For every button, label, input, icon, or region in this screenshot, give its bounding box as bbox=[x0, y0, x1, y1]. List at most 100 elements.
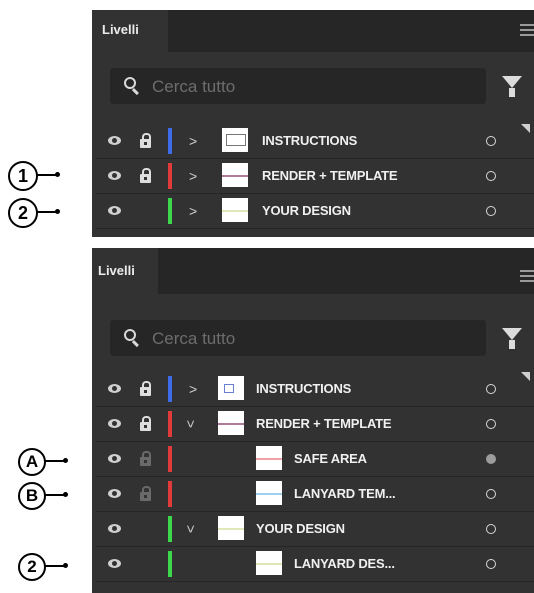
lock-toggle[interactable] bbox=[134, 512, 158, 546]
layer-row-your-design[interactable]: > YOUR DESIGN bbox=[96, 194, 534, 229]
thumbnail-line bbox=[256, 458, 282, 460]
expand-toggle[interactable]: > bbox=[183, 512, 204, 546]
thumbnail-line bbox=[256, 563, 282, 565]
layer-color-swatch bbox=[168, 163, 172, 189]
eye-icon bbox=[108, 171, 121, 180]
layer-color-swatch bbox=[168, 376, 172, 402]
callout-leader bbox=[37, 174, 57, 176]
layer-thumbnail bbox=[222, 198, 248, 222]
layer-thumbnail bbox=[256, 481, 282, 505]
lock-toggle[interactable] bbox=[134, 124, 158, 158]
callout-badge: 2 bbox=[18, 553, 46, 581]
callout-leader bbox=[45, 565, 65, 567]
eye-icon bbox=[108, 419, 121, 428]
search-field[interactable]: Cerca tutto bbox=[110, 68, 486, 104]
panel-menu-icon[interactable] bbox=[520, 270, 534, 285]
search-placeholder: Cerca tutto bbox=[152, 329, 236, 348]
callout-leader bbox=[45, 460, 65, 462]
layer-thumbnail bbox=[256, 446, 282, 470]
target-circle-icon[interactable] bbox=[486, 559, 496, 569]
layer-row-render-template[interactable]: > RENDER + TEMPLATE bbox=[96, 159, 534, 194]
lock-toggle[interactable] bbox=[134, 194, 158, 228]
layer-thumbnail bbox=[222, 163, 248, 187]
lock-toggle[interactable] bbox=[134, 547, 158, 581]
expand-toggle[interactable]: > bbox=[186, 124, 204, 158]
panel-tab-bar: Livelli bbox=[92, 10, 534, 52]
target-circle-icon[interactable] bbox=[486, 419, 496, 429]
layers-panel-bottom: Livelli Cerca tutto > INSTRUCTIONS > REN… bbox=[92, 248, 534, 593]
target-circle-icon[interactable] bbox=[486, 454, 496, 464]
thumbnail-line bbox=[256, 493, 282, 495]
expand-toggle[interactable]: > bbox=[186, 194, 204, 228]
thumbnail-graphic bbox=[224, 384, 234, 393]
layer-row-safe-area[interactable]: SAFE AREA bbox=[96, 442, 534, 477]
layer-name: INSTRUCTIONS bbox=[262, 133, 358, 148]
lock-icon bbox=[140, 486, 151, 501]
expand-toggle[interactable]: > bbox=[186, 372, 204, 406]
target-circle-icon[interactable] bbox=[486, 489, 496, 499]
eye-icon bbox=[108, 559, 121, 568]
expand-toggle[interactable]: > bbox=[183, 407, 204, 441]
tab-livelli[interactable]: Livelli bbox=[92, 10, 168, 52]
target-circle-icon[interactable] bbox=[486, 136, 496, 146]
lock-toggle[interactable] bbox=[134, 407, 158, 441]
search-field[interactable]: Cerca tutto bbox=[110, 320, 486, 356]
lock-icon bbox=[140, 381, 151, 396]
layer-row-lanyard-template[interactable]: LANYARD TEM... bbox=[96, 477, 534, 512]
lock-icon bbox=[140, 133, 151, 148]
target-circle-icon[interactable] bbox=[486, 524, 496, 534]
layer-thumbnail bbox=[218, 516, 244, 540]
target-circle-icon[interactable] bbox=[486, 384, 496, 394]
layer-row-your-design[interactable]: > YOUR DESIGN bbox=[96, 512, 534, 547]
layer-thumbnail bbox=[222, 128, 248, 152]
layer-thumbnail bbox=[218, 411, 244, 435]
chevron-down-icon: > bbox=[183, 419, 200, 429]
layer-name: LANYARD TEM... bbox=[294, 486, 396, 501]
lock-toggle[interactable] bbox=[134, 159, 158, 193]
eye-icon bbox=[108, 489, 121, 498]
callout-dot bbox=[63, 563, 68, 568]
layer-row-instructions[interactable]: > INSTRUCTIONS bbox=[96, 124, 534, 159]
visibility-toggle[interactable] bbox=[102, 512, 128, 546]
thumbnail-line bbox=[222, 210, 248, 212]
target-circle-icon[interactable] bbox=[486, 171, 496, 181]
thumbnail-line bbox=[218, 423, 244, 425]
layers-panel-top: Livelli Cerca tutto > INSTRUCTIONS > REN… bbox=[92, 10, 534, 237]
chevron-right-icon: > bbox=[189, 133, 198, 149]
lock-toggle[interactable] bbox=[134, 442, 158, 476]
layer-row-lanyard-design[interactable]: LANYARD DES... bbox=[96, 547, 534, 582]
lock-toggle[interactable] bbox=[134, 372, 158, 406]
callout-dot bbox=[63, 458, 68, 463]
callout-leader bbox=[37, 211, 57, 213]
visibility-toggle[interactable] bbox=[102, 547, 128, 581]
visibility-toggle[interactable] bbox=[102, 124, 128, 158]
thumbnail-line bbox=[218, 528, 244, 530]
layer-color-swatch bbox=[168, 198, 172, 224]
layer-row-render-template[interactable]: > RENDER + TEMPLATE bbox=[96, 407, 534, 442]
layer-name: RENDER + TEMPLATE bbox=[256, 416, 392, 431]
callout-dot bbox=[55, 209, 60, 214]
target-circle-icon[interactable] bbox=[486, 206, 496, 216]
lock-icon bbox=[140, 451, 151, 466]
visibility-toggle[interactable] bbox=[102, 159, 128, 193]
layer-row-instructions[interactable]: > INSTRUCTIONS bbox=[96, 372, 534, 407]
layer-name: RENDER + TEMPLATE bbox=[262, 168, 398, 183]
expand-toggle[interactable]: > bbox=[186, 159, 204, 193]
tab-livelli[interactable]: Livelli bbox=[92, 248, 158, 294]
layer-color-swatch bbox=[168, 411, 172, 437]
layer-thumbnail bbox=[218, 376, 244, 400]
eye-icon bbox=[108, 524, 121, 533]
visibility-toggle[interactable] bbox=[102, 372, 128, 406]
panel-menu-icon[interactable] bbox=[520, 24, 534, 39]
lock-toggle[interactable] bbox=[134, 477, 158, 511]
visibility-toggle[interactable] bbox=[102, 194, 128, 228]
visibility-toggle[interactable] bbox=[102, 442, 128, 476]
layer-list: > INSTRUCTIONS > RENDER + TEMPLATE > YOU… bbox=[96, 124, 534, 229]
chevron-right-icon: > bbox=[189, 168, 198, 184]
lock-icon bbox=[140, 416, 151, 431]
layer-name: LANYARD DES... bbox=[294, 556, 395, 571]
visibility-toggle[interactable] bbox=[102, 477, 128, 511]
thumbnail-line bbox=[222, 175, 248, 177]
eye-icon bbox=[108, 206, 121, 215]
visibility-toggle[interactable] bbox=[102, 407, 128, 441]
